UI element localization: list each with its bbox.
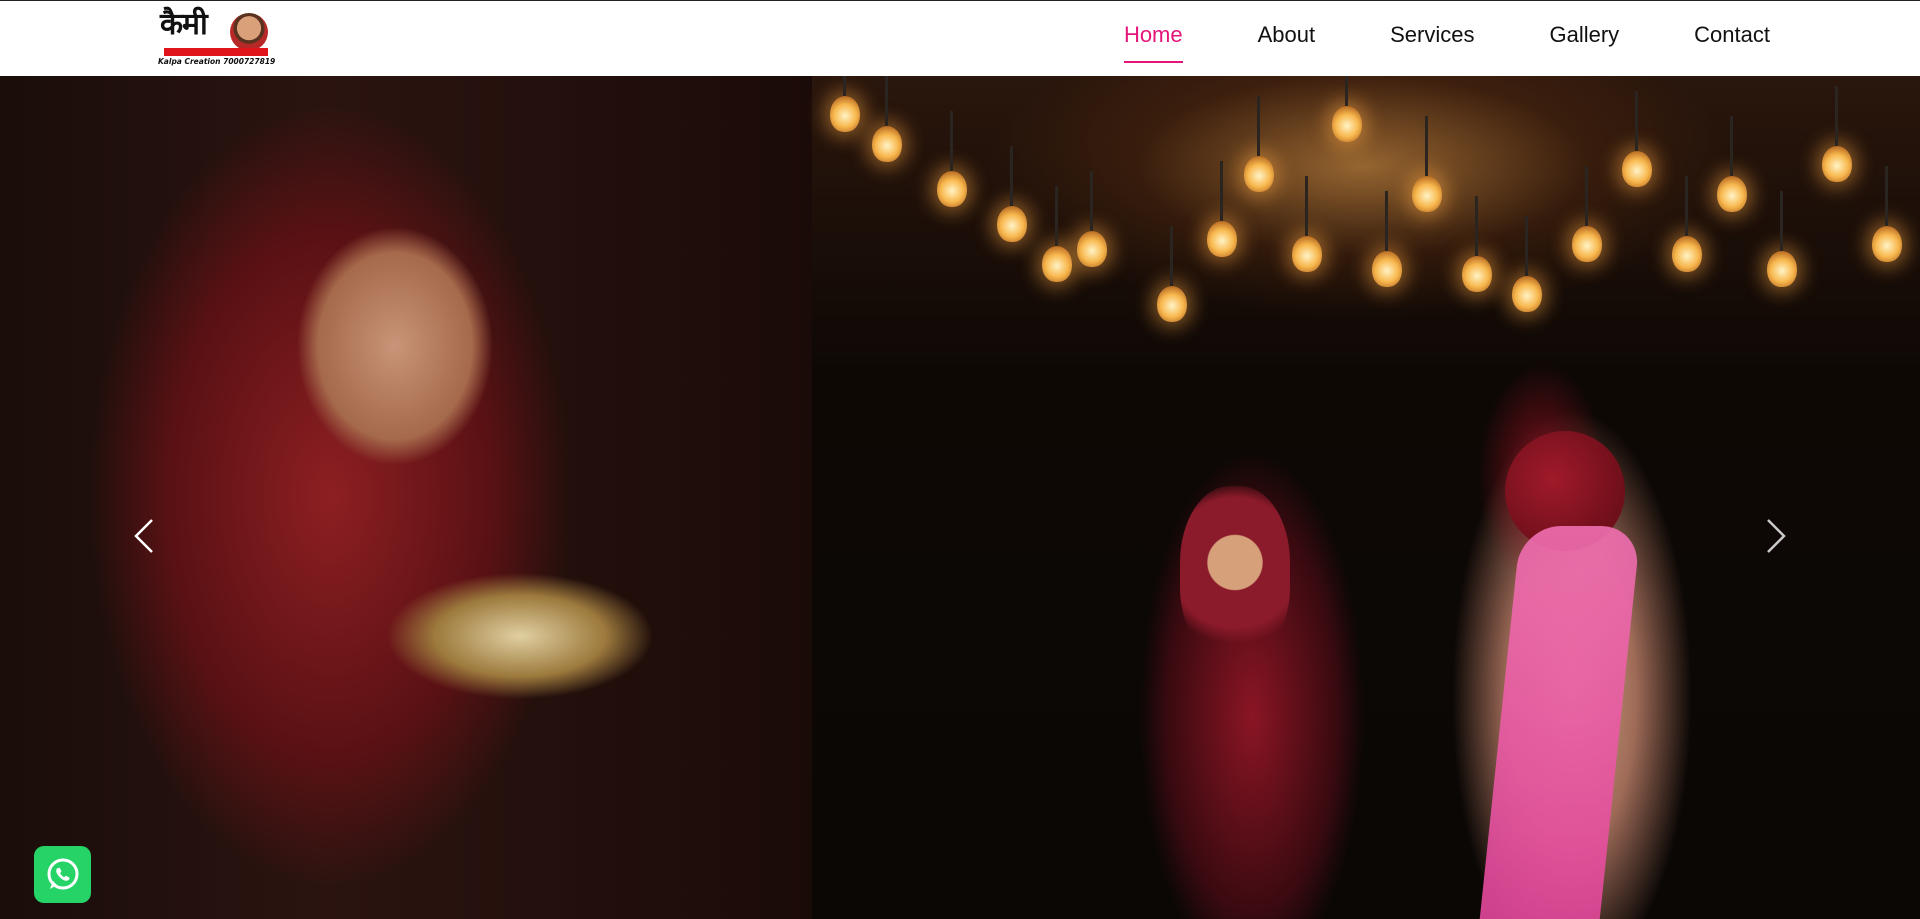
bulb [1717, 116, 1747, 212]
bulb [1412, 116, 1442, 212]
bulb [1372, 191, 1402, 287]
bulb [1244, 96, 1274, 192]
bulb [1462, 196, 1492, 292]
bulb [937, 111, 967, 207]
bulb [1767, 191, 1797, 287]
bulb [830, 76, 860, 132]
bulb [1872, 166, 1902, 262]
whatsapp-chat-button[interactable] [34, 846, 91, 903]
site-header: कैमी Kalpa Creation 7000727819 Home Abou… [0, 0, 1920, 76]
hero-slider [0, 76, 1920, 919]
bulb [1077, 171, 1107, 267]
bulb [1512, 216, 1542, 312]
site-logo[interactable]: कैमी Kalpa Creation 7000727819 [158, 7, 275, 67]
couple-ceremony-image [812, 76, 1920, 919]
hanging-bulbs [812, 76, 1920, 322]
chevron-left-icon [134, 519, 153, 553]
bulb [1572, 166, 1602, 262]
nav-contact[interactable]: Contact [1694, 19, 1770, 59]
nav-services[interactable]: Services [1390, 19, 1474, 59]
nav-about[interactable]: About [1258, 19, 1316, 59]
bulb [1292, 176, 1322, 272]
bride-figure [1180, 486, 1290, 656]
bulb [1042, 186, 1072, 282]
logo-script-text: कैमी [160, 7, 208, 42]
nav-gallery[interactable]: Gallery [1549, 19, 1619, 59]
slider-next-button[interactable] [1756, 506, 1796, 566]
bulb [1622, 91, 1652, 187]
slider-prev-button[interactable] [124, 506, 164, 566]
bulb [997, 146, 1027, 242]
main-nav: Home About Services Gallery Contact [1049, 19, 1770, 63]
bulb [1207, 161, 1237, 257]
bulb [1332, 76, 1362, 142]
logo-banner [164, 48, 268, 56]
chevron-right-icon [1767, 519, 1786, 553]
bulb [872, 76, 902, 162]
logo-caption: Kalpa Creation 7000727819 [158, 57, 276, 66]
whatsapp-icon [47, 858, 78, 889]
nav-home[interactable]: Home [1123, 19, 1183, 63]
bulb [1822, 86, 1852, 182]
bulb [1672, 176, 1702, 272]
bulb [1157, 226, 1187, 322]
logo-portrait [230, 13, 268, 51]
bride-portrait-image [0, 76, 812, 919]
